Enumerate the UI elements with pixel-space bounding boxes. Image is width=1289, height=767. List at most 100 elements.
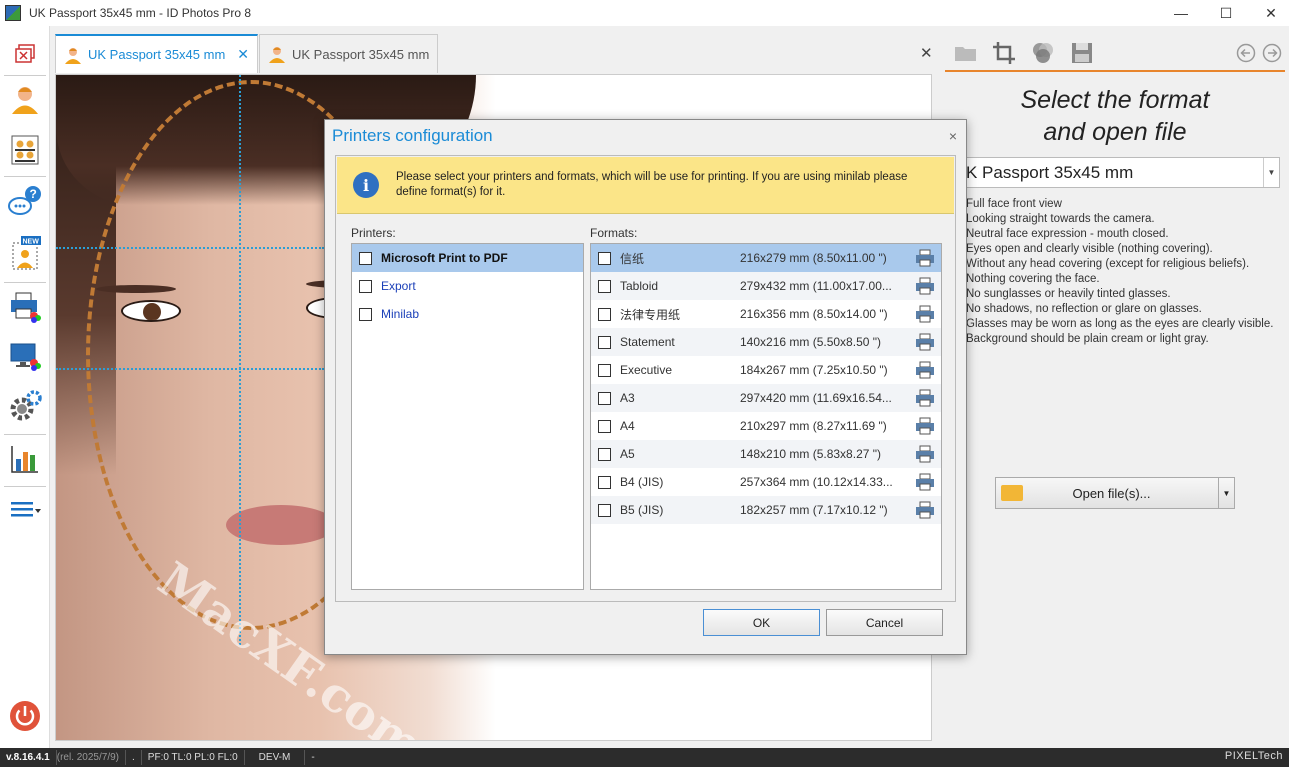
info-text: Please select your printers and formats,… <box>396 171 908 198</box>
format-row[interactable]: Executive 184x267 mm (7.25x10.50 ") <box>591 356 941 384</box>
folder-icon <box>1001 485 1023 501</box>
format-checkbox[interactable] <box>598 279 611 293</box>
format-row[interactable]: A5 148x210 mm (5.83x8.27 ") <box>591 440 941 468</box>
open-files-button[interactable]: Open file(s)... ▼ <box>995 477 1235 509</box>
window-title: UK Passport 35x45 mm - ID Photos Pro 8 <box>29 6 252 20</box>
center-guide-line <box>239 75 241 645</box>
format-dropdown[interactable]: K Passport 35x45 mm ▼ <box>962 157 1280 188</box>
color-adjust-icon[interactable] <box>1030 40 1056 66</box>
format-value: K Passport 35x45 mm <box>966 162 1134 182</box>
statistics-icon[interactable] <box>7 441 43 477</box>
tab-label: UK Passport 35x45 mm <box>88 47 226 62</box>
info-banner: i Please select your printers and format… <box>337 157 954 214</box>
cancel-button[interactable]: Cancel <box>826 609 943 636</box>
close-window-button[interactable]: ✕ <box>1248 0 1289 26</box>
format-row[interactable]: A3 297x420 mm (11.69x16.54... <box>591 384 941 412</box>
close-document-icon[interactable]: ✕ <box>920 44 933 62</box>
menu-icon[interactable] <box>7 492 43 528</box>
status-dot: . <box>126 750 142 765</box>
printer-settings-icon[interactable] <box>915 277 935 295</box>
release-label: (rel. 2025/7/9) <box>51 750 127 765</box>
printer-settings-icon[interactable] <box>915 445 935 463</box>
printer-settings-icon[interactable] <box>915 249 935 267</box>
format-checkbox[interactable] <box>598 475 611 489</box>
status-flags: PF:0 TL:0 PL:0 FL:0 <box>142 750 245 765</box>
status-mode: DEV-M <box>245 750 306 765</box>
printer-settings-icon[interactable] <box>915 473 935 491</box>
printer-settings-icon[interactable] <box>915 333 935 351</box>
format-checkbox[interactable] <box>598 363 611 377</box>
right-toolbar <box>945 36 1285 72</box>
tab-uk-passport-2[interactable]: UK Passport 35x45 mm <box>259 34 439 73</box>
svg-text:?: ? <box>30 187 37 201</box>
person-icon <box>64 46 82 64</box>
printer-settings-icon[interactable] <box>915 417 935 435</box>
title-bar: UK Passport 35x45 mm - ID Photos Pro 8 —… <box>0 0 1289 26</box>
version-label: v.8.16.4.1 <box>0 750 57 765</box>
print-icon[interactable] <box>7 289 43 325</box>
format-checkbox[interactable] <box>598 503 611 517</box>
format-checkbox[interactable] <box>598 391 611 405</box>
open-folder-icon[interactable] <box>953 40 979 66</box>
maximize-button[interactable]: ☐ <box>1203 0 1249 26</box>
pixeltech-logo: PIXELTech <box>1224 750 1283 762</box>
close-tab-icon[interactable]: ✕ <box>237 46 249 63</box>
help-icon[interactable]: ? <box>7 184 43 220</box>
ok-button[interactable]: OK <box>703 609 820 636</box>
left-toolbar: ? NEW <box>0 26 50 748</box>
format-row[interactable]: Statement 140x216 mm (5.50x8.50 ") <box>591 328 941 356</box>
format-checkbox[interactable] <box>598 335 611 349</box>
new-feature-icon[interactable]: NEW <box>7 235 43 271</box>
status-dash: - <box>311 752 315 763</box>
format-checkbox[interactable] <box>598 251 611 265</box>
printer-checkbox[interactable] <box>359 307 372 321</box>
display-icon[interactable] <box>7 338 43 374</box>
format-checkbox[interactable] <box>598 307 611 321</box>
printer-checkbox[interactable] <box>359 279 372 293</box>
single-photo-icon[interactable] <box>7 81 43 117</box>
eye-guide-line <box>56 368 324 370</box>
printer-row[interactable]: Microsoft Print to PDF <box>352 244 583 272</box>
group-photo-icon[interactable] <box>7 132 43 168</box>
close-all-icon[interactable] <box>7 36 43 72</box>
back-arrow-icon[interactable] <box>1233 40 1259 66</box>
format-row[interactable]: Tabloid 279x432 mm (11.00x17.00... <box>591 272 941 300</box>
printer-settings-icon[interactable] <box>915 501 935 519</box>
format-row[interactable]: 法律专用纸 216x356 mm (8.50x14.00 ") <box>591 300 941 328</box>
format-row[interactable]: B4 (JIS) 257x364 mm (10.12x14.33... <box>591 468 941 496</box>
dialog-title: Printers configuration <box>332 126 493 145</box>
printer-settings-icon[interactable] <box>915 305 935 323</box>
document-tabs: UK Passport 35x45 mm ✕ UK Passport 35x45… <box>55 34 439 74</box>
formats-label: Formats: <box>590 226 638 240</box>
format-row[interactable]: A4 210x297 mm (8.27x11.69 ") <box>591 412 941 440</box>
format-row[interactable]: 信纸 216x279 mm (8.50x11.00 ") <box>591 244 941 272</box>
printer-settings-icon[interactable] <box>915 361 935 379</box>
printer-settings-icon[interactable] <box>915 389 935 407</box>
tab-uk-passport-1[interactable]: UK Passport 35x45 mm ✕ <box>55 34 259 73</box>
crown-guide-line <box>56 247 324 249</box>
panel-title: Select the format and open file <box>1020 86 1210 146</box>
format-checkbox[interactable] <box>598 447 611 461</box>
format-row[interactable]: B5 (JIS) 182x257 mm (7.17x10.12 ") <box>591 496 941 524</box>
open-options-dropdown[interactable]: ▼ <box>1218 478 1234 508</box>
format-description: Full face front view Looking straight to… <box>966 198 1274 345</box>
printers-configuration-dialog: Printers configuration × i Please select… <box>324 119 967 655</box>
chevron-down-icon[interactable]: ▼ <box>1263 158 1279 187</box>
format-checkbox[interactable] <box>598 419 611 433</box>
printers-list: Microsoft Print to PDF Export Minilab <box>351 243 584 590</box>
printer-checkbox[interactable] <box>359 251 372 265</box>
save-icon[interactable] <box>1069 40 1095 66</box>
minimize-button[interactable]: — <box>1158 0 1204 26</box>
formats-list: 信纸 216x279 mm (8.50x11.00 ") Tabloid 279… <box>590 243 942 590</box>
new-badge: NEW <box>23 239 40 246</box>
info-icon: i <box>353 172 379 198</box>
crop-icon[interactable] <box>991 40 1017 66</box>
forward-arrow-icon[interactable] <box>1259 40 1285 66</box>
settings-icon[interactable] <box>7 388 43 424</box>
printer-row[interactable]: Minilab <box>352 300 583 328</box>
dialog-close-button[interactable]: × <box>949 128 957 144</box>
power-icon[interactable] <box>7 698 43 734</box>
printer-row[interactable]: Export <box>352 272 583 300</box>
app-icon <box>5 5 21 21</box>
tab-label: UK Passport 35x45 mm <box>292 46 430 62</box>
